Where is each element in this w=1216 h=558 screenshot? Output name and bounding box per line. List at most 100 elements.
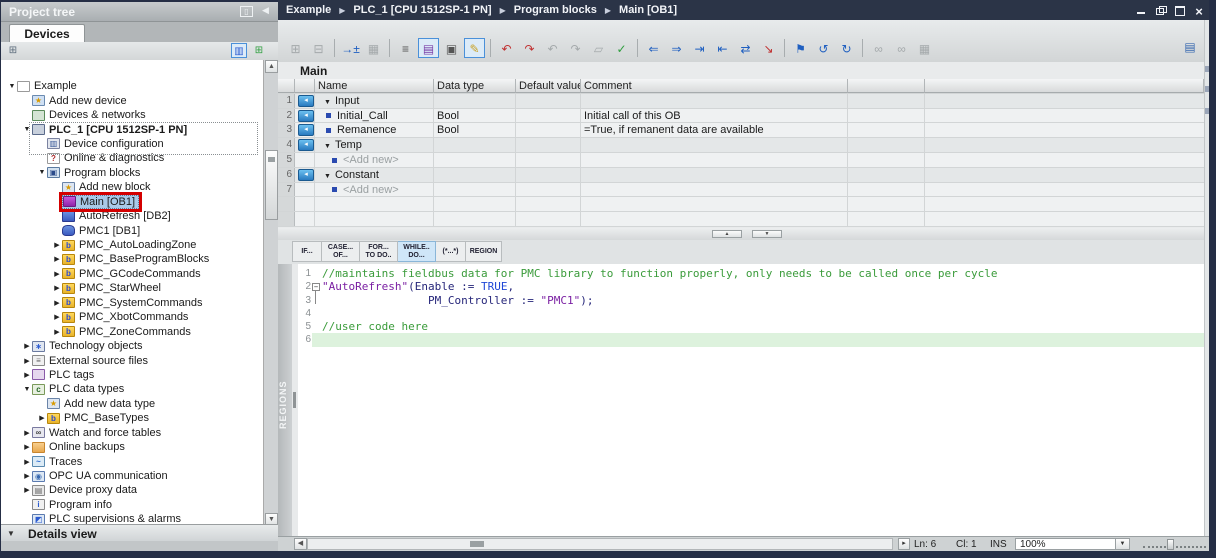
cell-comment[interactable] xyxy=(581,94,848,108)
tree-item-pmc-starwheel[interactable]: ▶bPMC_StarWheel xyxy=(1,281,264,295)
expander-closed-icon[interactable]: ▶ xyxy=(52,328,62,336)
expander-closed-icon[interactable]: ▶ xyxy=(22,458,32,466)
zoom-select[interactable]: 100% ▼ xyxy=(1015,538,1130,550)
tree-item-online-backups[interactable]: ▶Online backups xyxy=(1,440,264,454)
snippet-tab-whiledo[interactable]: WHILE.. DO... xyxy=(398,241,436,262)
cell-default-value[interactable] xyxy=(516,153,581,167)
code-current-line[interactable]: 6 xyxy=(298,333,1209,346)
tab-devices[interactable]: Devices xyxy=(9,24,85,43)
code-line[interactable]: 4 xyxy=(298,307,1209,320)
code-line[interactable]: 2−"AutoRefresh"(Enable := TRUE, xyxy=(298,280,1209,293)
tree-item-opc-ua-communication[interactable]: ▶◉OPC UA communication xyxy=(1,469,264,483)
snippet-tab-region[interactable]: REGION xyxy=(466,241,502,262)
prev-bookmark-icon[interactable]: ↺ xyxy=(813,38,834,58)
expander-open-icon[interactable]: ▼ xyxy=(22,386,32,393)
code-line[interactable]: 1//maintains fieldbus data for PMC libra… xyxy=(298,267,1209,280)
table-row[interactable]: 4◂▼Temp xyxy=(278,138,1204,153)
breadcrumb-item[interactable]: Program blocks xyxy=(514,4,597,16)
snippets-icon[interactable]: ✎ xyxy=(464,38,485,58)
status-expand-icon[interactable]: ▸ xyxy=(898,538,910,550)
group-expander-open-icon[interactable]: ▼ xyxy=(324,99,331,106)
tree-item-devices-networks[interactable]: Devices & networks xyxy=(1,108,264,122)
cell-name[interactable]: Remanence xyxy=(315,123,434,137)
cell-datatype[interactable] xyxy=(434,153,516,167)
expander-closed-icon[interactable]: ▶ xyxy=(52,241,62,249)
cell-comment[interactable]: =True, if remanent data are available xyxy=(581,123,848,137)
undo-icon[interactable]: ↶ xyxy=(496,38,517,58)
outdent-icon[interactable]: ⇤ xyxy=(712,38,733,58)
table-row[interactable]: 1◂▼Input xyxy=(278,94,1204,109)
expander-closed-icon[interactable]: ▶ xyxy=(22,371,32,379)
tree-item-add-new-block[interactable]: ★Add new block xyxy=(1,180,264,194)
tree-item-external-source-files[interactable]: ▶≡External source files xyxy=(1,353,264,367)
cell-default-value[interactable] xyxy=(516,168,581,182)
maximize-icon[interactable] xyxy=(1175,6,1185,15)
cell-datatype[interactable]: Bool xyxy=(434,109,516,123)
tree-scrollbar[interactable]: ▲ ▼ xyxy=(263,60,279,526)
cell-datatype[interactable] xyxy=(434,183,516,197)
panel-collapse-icon[interactable]: ◀ xyxy=(259,6,272,17)
tree-item-pmc-baseprogramblocks[interactable]: ▶bPMC_BaseProgramBlocks xyxy=(1,252,264,266)
cell-name[interactable]: ▼Constant xyxy=(315,168,434,182)
cell-default-value[interactable] xyxy=(516,94,581,108)
cell-name[interactable]: ▼Input xyxy=(315,94,434,108)
table-row[interactable]: 2◂Initial_CallBoolInitial call of this O… xyxy=(278,109,1204,124)
table-row[interactable]: 3◂RemanenceBool=True, if remanent data a… xyxy=(278,123,1204,138)
goto-next-icon[interactable]: ⇒ xyxy=(666,38,687,58)
cell-name[interactable]: Initial_Call xyxy=(315,109,434,123)
cell-name[interactable]: <Add new> xyxy=(315,153,434,167)
tree-item-pmc-basetypes[interactable]: ▶bPMC_BaseTypes xyxy=(1,411,264,425)
cell-comment[interactable] xyxy=(581,183,848,197)
tree-item-add-new-device[interactable]: ★Add new device xyxy=(1,93,264,107)
format-icon[interactable]: ⇄ xyxy=(735,38,756,58)
expander-closed-icon[interactable]: ▶ xyxy=(22,429,32,437)
tree-item-pmc-autoloadingzone[interactable]: ▶bPMC_AutoLoadingZone xyxy=(1,238,264,252)
tree-item-watch-and-force-tables[interactable]: ▶∞Watch and force tables xyxy=(1,426,264,440)
zoom-slider-thumb[interactable] xyxy=(1167,539,1174,550)
code-line[interactable]: 5//user code here xyxy=(298,320,1209,333)
group-expander-open-icon[interactable]: ▼ xyxy=(324,173,331,180)
tree-item-main-ob1[interactable]: Main [OB1] xyxy=(1,195,264,209)
table-row[interactable]: 6◂▼Constant xyxy=(278,168,1204,183)
close-icon[interactable]: × xyxy=(1194,6,1204,15)
snippet-tab-[interactable]: (*...*) xyxy=(436,241,466,262)
splitter-down-icon[interactable]: ▼ xyxy=(752,230,782,238)
snippet-tab-caseof[interactable]: CASE... OF... xyxy=(322,241,360,262)
expander-closed-icon[interactable]: ▶ xyxy=(22,486,32,494)
cell-default-value[interactable] xyxy=(516,183,581,197)
tree-item-plc-data-types[interactable]: ▼cPLC data types xyxy=(1,382,264,396)
breadcrumb-item[interactable]: Main [OB1] xyxy=(619,4,677,16)
tree-item-plc-tags[interactable]: ▶PLC tags xyxy=(1,368,264,382)
cell-datatype[interactable] xyxy=(434,168,516,182)
tree-item-traces[interactable]: ▶~Traces xyxy=(1,454,264,468)
cell-datatype[interactable] xyxy=(434,138,516,152)
fold-collapse-icon[interactable]: − xyxy=(312,283,320,291)
cell-datatype[interactable] xyxy=(434,94,516,108)
panel-maximize-icon[interactable]: ▯ xyxy=(240,6,253,17)
cell-default-value[interactable] xyxy=(516,138,581,152)
tree-item-device-proxy-data[interactable]: ▶▤Device proxy data xyxy=(1,483,264,497)
tree-item-pmc-xbotcommands[interactable]: ▶bPMC_XbotCommands xyxy=(1,310,264,324)
minimize-icon[interactable] xyxy=(1137,6,1147,15)
tree-item-pmc-zonecommands[interactable]: ▶bPMC_ZoneCommands xyxy=(1,324,264,338)
cell-name[interactable]: ▼Temp xyxy=(315,138,434,152)
tree-item-pmc-systemcommands[interactable]: ▶bPMC_SystemCommands xyxy=(1,296,264,310)
zoom-dropdown-icon[interactable]: ▼ xyxy=(1115,539,1129,549)
snippet-tab-if[interactable]: IF... xyxy=(292,241,322,262)
network-view-icon[interactable]: ▤ xyxy=(418,38,439,58)
restore-down-icon[interactable] xyxy=(1156,6,1166,15)
expander-closed-icon[interactable]: ▶ xyxy=(52,299,62,307)
tree-item-technology-objects[interactable]: ▶∗Technology objects xyxy=(1,339,264,353)
cell-default-value[interactable] xyxy=(516,123,581,137)
expander-closed-icon[interactable]: ▶ xyxy=(52,284,62,292)
cell-datatype[interactable]: Bool xyxy=(434,123,516,137)
scrollbar-thumb[interactable] xyxy=(265,150,278,220)
expander-closed-icon[interactable]: ▶ xyxy=(22,443,32,451)
expander-closed-icon[interactable]: ▶ xyxy=(22,357,32,365)
absolute-operands-icon[interactable]: ≡ xyxy=(395,38,416,58)
cell-comment[interactable] xyxy=(581,168,848,182)
tree-item-plc-1-cpu-1512sp-1-pn[interactable]: ▼PLC_1 [CPU 1512SP-1 PN] xyxy=(1,122,264,136)
redo-icon[interactable]: ↷ xyxy=(519,38,540,58)
expander-closed-icon[interactable]: ▶ xyxy=(52,313,62,321)
expander-closed-icon[interactable]: ▶ xyxy=(52,255,62,263)
